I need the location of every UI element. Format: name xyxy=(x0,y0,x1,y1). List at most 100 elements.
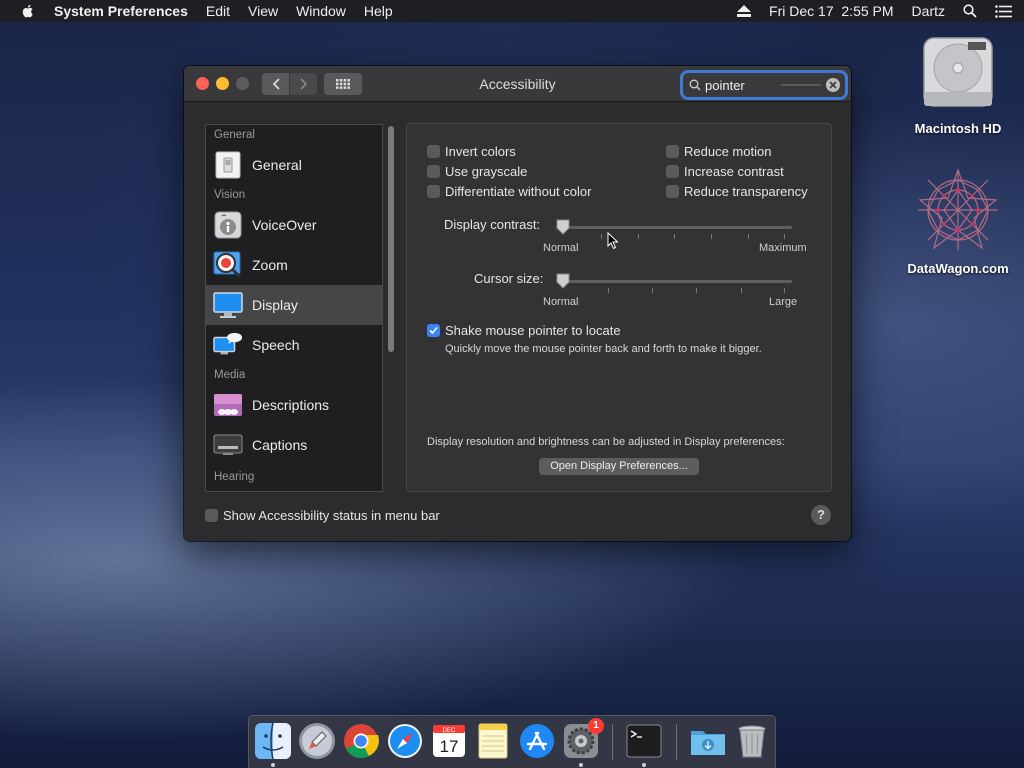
checkmark-icon xyxy=(429,326,438,335)
descriptions-icon xyxy=(213,390,243,420)
sidebar-item-label: General xyxy=(252,157,302,173)
increase-contrast-checkbox[interactable]: Increase contrast xyxy=(666,164,784,179)
sidebar-item-descriptions[interactable]: Descriptions xyxy=(206,385,382,425)
desktop-icon-macintosh-hd[interactable]: Macintosh HD xyxy=(903,32,1013,136)
finder-icon[interactable] xyxy=(254,722,292,760)
menu-view[interactable]: View xyxy=(248,3,278,19)
sidebar-item-voiceover[interactable]: VoiceOver xyxy=(206,205,382,245)
differentiate-without-color-checkbox[interactable]: Differentiate without color xyxy=(427,184,591,199)
sidebar-item-display[interactable]: Display xyxy=(206,285,382,325)
slider-tick xyxy=(638,234,639,239)
desktop-icon-label: DataWagon.com xyxy=(907,261,1009,276)
system-preferences-dock-item[interactable]: 1 xyxy=(562,718,604,760)
display-icon xyxy=(213,290,243,320)
checkbox-box[interactable] xyxy=(666,185,679,198)
checkbox-box[interactable] xyxy=(666,165,679,178)
display-settings-panel: Invert colors Use grayscale Differentiat… xyxy=(406,123,832,492)
sidebar-section-media: Media xyxy=(214,369,246,381)
eject-icon[interactable] xyxy=(737,5,752,17)
contrast-max-label: Maximum xyxy=(759,242,807,254)
shake-description: Quickly move the mouse pointer back and … xyxy=(445,343,762,355)
menu-help[interactable]: Help xyxy=(364,3,393,19)
zoom-icon xyxy=(213,250,243,280)
calendar-month: DEC xyxy=(443,728,456,734)
menu-app-name[interactable]: System Preferences xyxy=(54,3,188,19)
sidebar-item-captions[interactable]: Captions xyxy=(206,425,382,465)
forward-button[interactable] xyxy=(290,73,317,95)
desktop-icon-label: Macintosh HD xyxy=(914,121,1002,136)
search-progress-line xyxy=(781,84,821,86)
shake-mouse-pointer-checkbox[interactable]: Shake mouse pointer to locate xyxy=(427,323,621,338)
reduce-transparency-checkbox[interactable]: Reduce transparency xyxy=(666,184,808,199)
reduce-motion-checkbox[interactable]: Reduce motion xyxy=(666,144,771,159)
chevron-right-icon xyxy=(299,78,307,90)
cursor-size-label: Cursor size: xyxy=(474,271,544,286)
display-contrast-slider-thumb[interactable] xyxy=(556,219,570,235)
trash-icon[interactable] xyxy=(733,722,771,760)
checkbox-box[interactable] xyxy=(427,324,440,337)
sidebar-item-zoom[interactable]: Zoom xyxy=(206,245,382,285)
show-status-in-menu-bar-checkbox[interactable]: Show Accessibility status in menu bar xyxy=(205,508,440,523)
slider-tick xyxy=(674,234,675,239)
chrome-icon[interactable] xyxy=(342,722,380,760)
menu-window[interactable]: Window xyxy=(296,3,346,19)
back-button[interactable] xyxy=(262,73,289,95)
checkbox-box[interactable] xyxy=(205,509,218,522)
checkbox-box[interactable] xyxy=(427,185,440,198)
show-all-button[interactable] xyxy=(324,73,362,95)
minimize-window-button[interactable] xyxy=(216,77,229,90)
checkbox-box[interactable] xyxy=(427,145,440,158)
terminal-icon[interactable] xyxy=(625,722,663,760)
checkbox-label: Differentiate without color xyxy=(445,184,592,199)
sidebar-item-speech[interactable]: Speech xyxy=(206,325,382,365)
close-window-button[interactable] xyxy=(196,77,209,90)
desktop-icon-datawagon[interactable]: DataWagon.com xyxy=(903,168,1013,276)
checkbox-label: Increase contrast xyxy=(684,164,784,179)
sidebar-section-general: General xyxy=(214,129,255,141)
sidebar-item-general[interactable]: General xyxy=(206,145,382,185)
sidebar-section-hearing: Hearing xyxy=(214,471,255,483)
apple-icon[interactable] xyxy=(20,3,36,19)
help-button[interactable]: ? xyxy=(811,505,831,525)
launchpad-icon[interactable] xyxy=(298,722,336,760)
cursor-size-slider[interactable] xyxy=(556,280,792,283)
navigation-buttons xyxy=(262,73,317,95)
notes-icon[interactable] xyxy=(474,722,512,760)
calendar-day: 17 xyxy=(440,737,459,756)
zoom-window-button[interactable] xyxy=(236,77,249,90)
invert-colors-checkbox[interactable]: Invert colors xyxy=(427,144,516,159)
app-store-icon[interactable] xyxy=(518,722,556,760)
clear-search-button[interactable] xyxy=(826,78,840,92)
checkbox-box[interactable] xyxy=(666,145,679,158)
menu-edit[interactable]: Edit xyxy=(206,3,230,19)
display-contrast-slider[interactable] xyxy=(556,226,792,229)
cursor-size-min-label: Normal xyxy=(543,296,579,308)
checkbox-label: Use grayscale xyxy=(445,164,528,179)
grid-icon xyxy=(336,79,350,89)
slider-tick xyxy=(608,288,609,293)
checkbox-label: Invert colors xyxy=(445,144,516,159)
safari-icon[interactable] xyxy=(386,722,424,760)
use-grayscale-checkbox[interactable]: Use grayscale xyxy=(427,164,527,179)
search-field[interactable] xyxy=(683,73,845,97)
mouse-cursor-icon xyxy=(607,232,619,250)
notification-center-icon[interactable] xyxy=(995,4,1012,18)
window-titlebar[interactable]: Accessibility xyxy=(184,66,851,102)
notification-badge: 1 xyxy=(588,718,604,734)
menubar-user[interactable]: Dartz xyxy=(912,3,945,19)
sidebar-item-label: Display xyxy=(252,297,298,313)
hard-drive-icon xyxy=(923,37,993,107)
spotlight-search-icon[interactable] xyxy=(963,4,977,18)
sidebar-scrollbar[interactable] xyxy=(386,124,396,492)
category-sidebar[interactable]: General General Vision VoiceOver Zoom Di… xyxy=(205,124,383,492)
menubar-clock[interactable]: Fri Dec 17 2:55 PM xyxy=(769,3,894,19)
cursor-size-slider-thumb[interactable] xyxy=(556,273,570,289)
downloads-folder-icon[interactable] xyxy=(689,722,727,760)
checkbox-label: Reduce transparency xyxy=(684,184,808,199)
calendar-icon[interactable]: DEC 17 xyxy=(430,722,468,760)
scrollbar-thumb[interactable] xyxy=(388,126,394,352)
running-indicator xyxy=(579,763,583,767)
open-display-preferences-button[interactable]: Open Display Preferences... xyxy=(539,458,699,475)
checkbox-label: Show Accessibility status in menu bar xyxy=(223,508,440,523)
checkbox-box[interactable] xyxy=(427,165,440,178)
